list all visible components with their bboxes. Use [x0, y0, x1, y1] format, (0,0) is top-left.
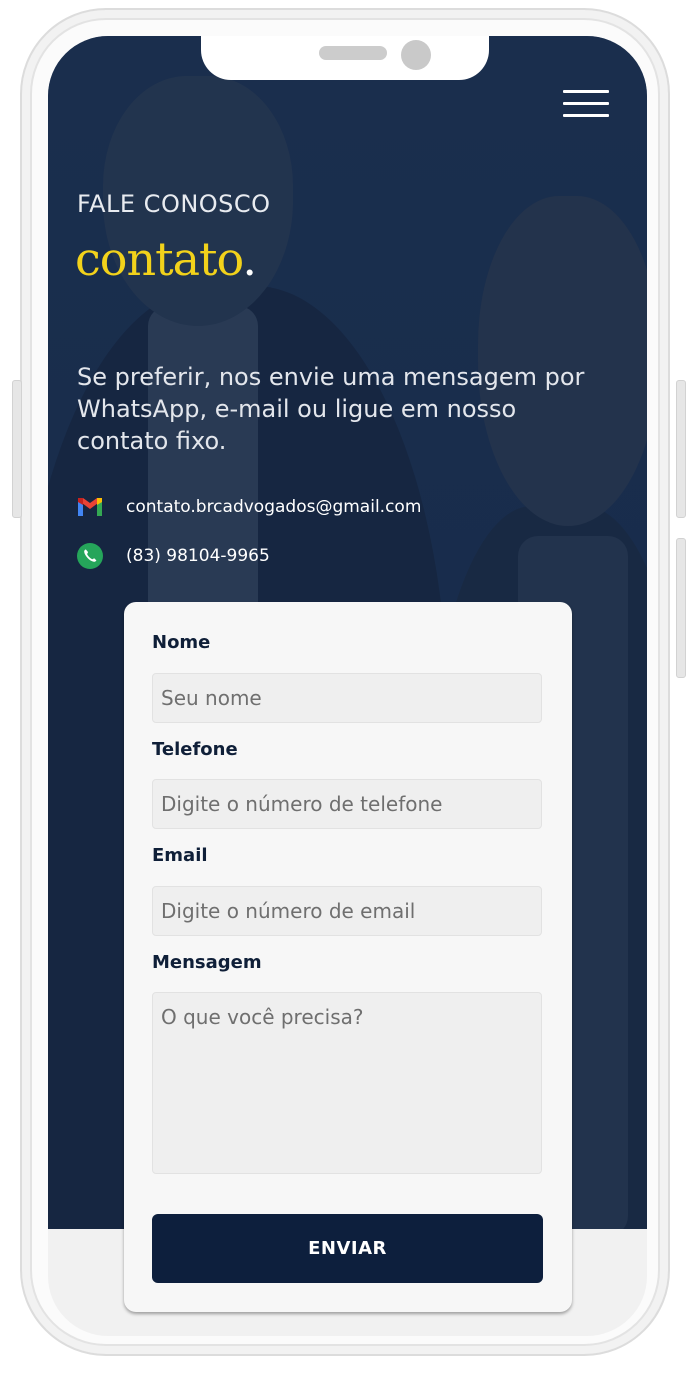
- section-eyebrow: FALE CONOSCO: [77, 190, 271, 218]
- name-input[interactable]: [152, 673, 542, 723]
- front-camera: [401, 40, 431, 70]
- name-label: Nome: [152, 632, 211, 653]
- page-title: contato.: [75, 232, 257, 286]
- phone-contact[interactable]: (83) 98104-9965: [76, 542, 270, 570]
- phone-side-button-right-top: [676, 380, 686, 518]
- phone-notch: [201, 36, 489, 80]
- phone-number: (83) 98104-9965: [126, 546, 270, 566]
- message-textarea[interactable]: [152, 992, 542, 1174]
- hamburger-menu-icon[interactable]: [563, 90, 609, 120]
- phone-icon: [76, 542, 104, 570]
- phone-label: Telefone: [152, 739, 238, 760]
- phone-input[interactable]: [152, 779, 542, 829]
- submit-button[interactable]: ENVIAR: [152, 1214, 543, 1283]
- message-label: Mensagem: [152, 952, 262, 973]
- phone-side-button-left: [12, 380, 22, 518]
- page-title-dot: .: [242, 232, 257, 286]
- email-label: Email: [152, 845, 208, 866]
- email-input[interactable]: [152, 886, 542, 936]
- page-title-text: contato: [75, 232, 243, 286]
- intro-text: Se preferir, nos envie uma mensagem por …: [77, 363, 585, 455]
- email-address: contato.brcadvogados@gmail.com: [126, 497, 422, 517]
- phone-side-button-right-bottom: [676, 538, 686, 678]
- gmail-icon: [76, 493, 104, 521]
- email-contact[interactable]: contato.brcadvogados@gmail.com: [76, 493, 421, 521]
- contact-form: Nome Telefone Email Mensagem ENVIAR: [124, 602, 572, 1312]
- speaker-grille: [319, 46, 387, 60]
